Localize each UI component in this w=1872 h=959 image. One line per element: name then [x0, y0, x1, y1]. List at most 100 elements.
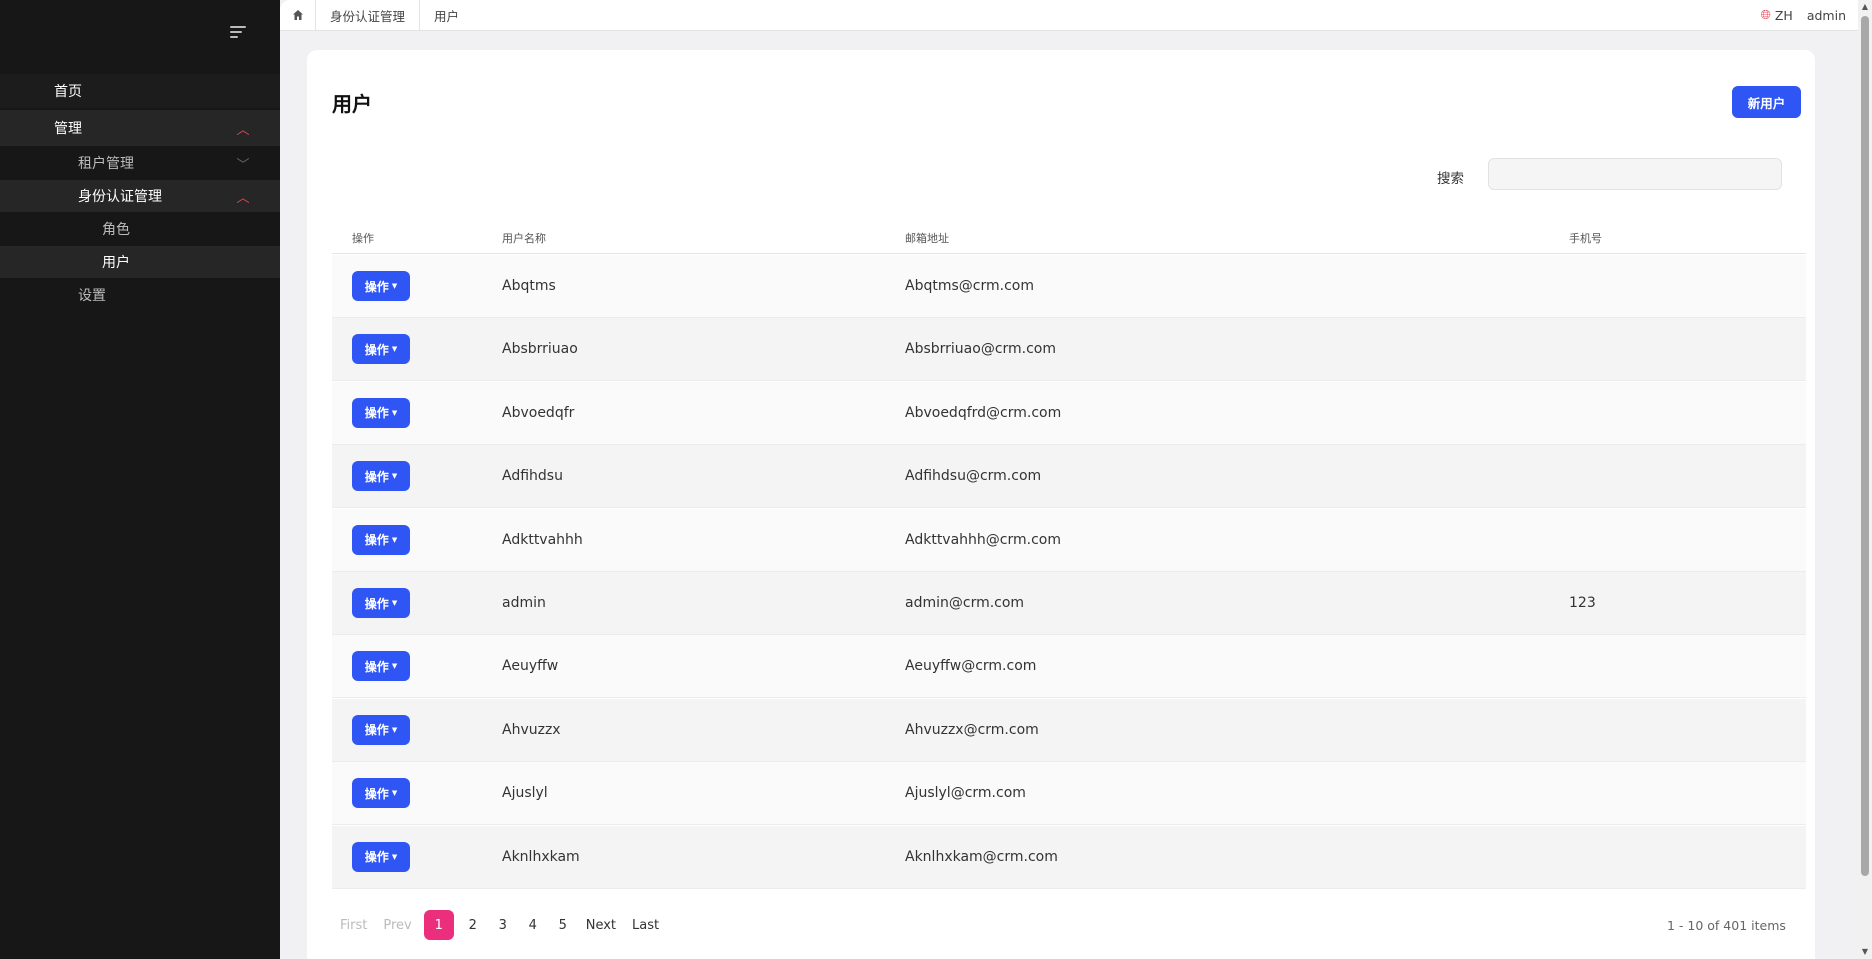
table-row: 操作 ▼ Abvoedqfr Abvoedqfrd@crm.com — [332, 381, 1806, 445]
caret-down-icon: ▼ — [391, 535, 398, 544]
scroll-up-icon[interactable]: ▲ — [1858, 0, 1872, 14]
row-action-button[interactable]: 操作 ▼ — [352, 271, 410, 301]
page-button[interactable]: 4 — [518, 910, 548, 940]
page-button[interactable]: 2 — [458, 910, 488, 940]
table-row: 操作 ▼ Aknlhxkam Aknlhxkam@crm.com — [332, 825, 1806, 889]
page-button[interactable]: 3 — [488, 910, 518, 940]
row-action-label: 操作 — [364, 533, 389, 548]
row-action-label: 操作 — [364, 723, 389, 738]
page-scrollbar[interactable]: ▲ ▼ — [1858, 0, 1872, 959]
sidebar-item-management[interactable]: 管理 ︿ — [0, 110, 280, 146]
table-row: 操作 ▼ Abqtms Abqtms@crm.com — [332, 255, 1806, 318]
breadcrumb-item: 用户 — [434, 8, 460, 24]
email-cell: Ahvuzzx@crm.com — [905, 721, 1039, 738]
row-action-button[interactable]: 操作 ▼ — [352, 588, 410, 618]
row-action-label: 操作 — [364, 342, 389, 357]
table-header: 操作 用户名称 邮箱地址 手机号 — [332, 218, 1806, 254]
chevron-down-icon: ﹀ — [236, 157, 250, 173]
caret-down-icon: ▼ — [391, 282, 398, 290]
page-button[interactable]: 1 — [423, 910, 454, 940]
email-cell: Ajuslyl@crm.com — [905, 785, 1026, 802]
user-name-cell: Abvoedqfr — [502, 404, 575, 421]
page-button[interactable]: 5 — [548, 910, 578, 940]
sidebar-item-roles[interactable]: 角色 — [0, 212, 280, 246]
scroll-down-icon[interactable]: ▼ — [1858, 945, 1872, 959]
column-header[interactable]: 邮箱地址 — [905, 230, 949, 246]
sidebar-item-label: 角色 — [102, 222, 130, 238]
scrollbar-thumb[interactable] — [1861, 16, 1869, 876]
column-header: 操作 — [352, 232, 374, 245]
column-header[interactable]: 手机号 — [1569, 230, 1602, 246]
sidebar-item-label: 管理 — [54, 121, 82, 137]
user-name-cell: Adkttvahhh — [502, 531, 583, 548]
sidebar: 首页 管理 ︿ 租户管理 ﹀ 身份认证管理 ︿ 角色 用户 设置 — [0, 0, 280, 959]
user-name-cell: Abqtms — [502, 278, 556, 294]
row-action-button[interactable]: 操作 ▼ — [352, 714, 410, 745]
phone-cell: 123 — [1569, 595, 1596, 611]
globe-icon: 🌐︎ — [1760, 7, 1771, 23]
email-cell: Abvoedqfrd@crm.com — [905, 404, 1062, 421]
caret-down-icon: ▼ — [391, 408, 398, 417]
sidebar-item-settings[interactable]: 设置 — [0, 278, 280, 312]
caret-down-icon: ▼ — [391, 789, 398, 798]
table-row: 操作 ▼ Ajuslyl Ajuslyl@crm.com — [332, 762, 1806, 826]
table-row: 操作 ▼ Absbrriuao Absbrriuao@crm.com — [332, 318, 1806, 382]
sidebar-item-tenant[interactable]: 租户管理 ﹀ — [0, 146, 280, 180]
sidebar-item-label: 租户管理 — [78, 156, 134, 172]
row-action-button[interactable]: 操作 ▼ — [352, 461, 410, 492]
menu-collapse-icon[interactable] — [230, 26, 248, 40]
language-selector[interactable]: 🌐︎ ZH — [1760, 8, 1792, 23]
row-action-label: 操作 — [364, 406, 389, 421]
row-action-label: 操作 — [364, 850, 389, 865]
row-action-label: 操作 — [364, 596, 389, 611]
sidebar-item-label: 身份认证管理 — [78, 189, 162, 205]
search-label: 搜索 — [1437, 171, 1464, 187]
row-action-label: 操作 — [364, 786, 389, 801]
row-action-button[interactable]: 操作 ▼ — [352, 334, 410, 365]
user-name-cell: Ahvuzzx — [502, 721, 561, 738]
email-cell: Abqtms@crm.com — [905, 278, 1034, 294]
email-cell: Aknlhxkam@crm.com — [905, 848, 1058, 865]
user-name-cell: Absbrriuao — [502, 341, 578, 358]
caret-down-icon: ▼ — [391, 662, 398, 671]
row-action-label: 操作 — [364, 659, 389, 674]
prev-page-button[interactable]: Prev — [375, 910, 419, 940]
column-header[interactable]: 用户名称 — [502, 230, 546, 246]
sidebar-item-label: 设置 — [78, 288, 106, 304]
new-user-button[interactable]: 新用户 — [1732, 86, 1801, 118]
email-cell: Adkttvahhh@crm.com — [905, 531, 1061, 548]
chevron-up-icon: ︿ — [236, 122, 250, 138]
row-action-label: 操作 — [364, 279, 389, 294]
user-name-cell: Aeuyffw — [502, 658, 559, 675]
home-icon[interactable] — [280, 0, 316, 31]
table-row: 操作 ▼ Adfihdsu Adfihdsu@crm.com — [332, 445, 1806, 509]
row-action-button[interactable]: 操作 ▼ — [352, 778, 410, 809]
breadcrumb-item[interactable]: 身份认证管理 — [316, 0, 421, 31]
page-title: 用户 — [332, 92, 372, 116]
table-row: 操作 ▼ admin admin@crm.com 123 — [332, 572, 1806, 635]
sidebar-item-users[interactable]: 用户 — [0, 246, 280, 278]
sidebar-item-label: 用户 — [102, 255, 130, 271]
row-action-button[interactable]: 操作 ▼ — [352, 841, 410, 872]
user-name-cell: Adfihdsu — [502, 468, 563, 485]
last-page-button[interactable]: Last — [624, 910, 667, 940]
user-name-cell: admin — [502, 595, 546, 611]
first-page-button[interactable]: First — [332, 910, 375, 940]
row-action-button[interactable]: 操作 ▼ — [352, 651, 410, 682]
row-action-button[interactable]: 操作 ▼ — [352, 524, 410, 555]
sidebar-item-label: 首页 — [54, 84, 82, 100]
email-cell: Adfihdsu@crm.com — [905, 468, 1042, 485]
caret-down-icon: ▼ — [391, 852, 398, 861]
caret-down-icon: ▼ — [391, 472, 398, 481]
table-row: 操作 ▼ Aeuyffw Aeuyffw@crm.com — [332, 635, 1806, 699]
row-action-label: 操作 — [364, 469, 389, 484]
next-page-button[interactable]: Next — [578, 910, 624, 940]
search-input[interactable] — [1488, 158, 1782, 190]
caret-down-icon: ▼ — [391, 599, 398, 607]
user-menu[interactable]: admin — [1807, 8, 1846, 23]
sidebar-item-home[interactable]: 首页 — [0, 74, 280, 108]
sidebar-item-identity[interactable]: 身份认证管理 ︿ — [0, 180, 280, 212]
email-cell: Absbrriuao@crm.com — [905, 341, 1057, 358]
pagination-info: 1 - 10 of 401 items — [1667, 918, 1786, 933]
row-action-button[interactable]: 操作 ▼ — [352, 397, 410, 428]
